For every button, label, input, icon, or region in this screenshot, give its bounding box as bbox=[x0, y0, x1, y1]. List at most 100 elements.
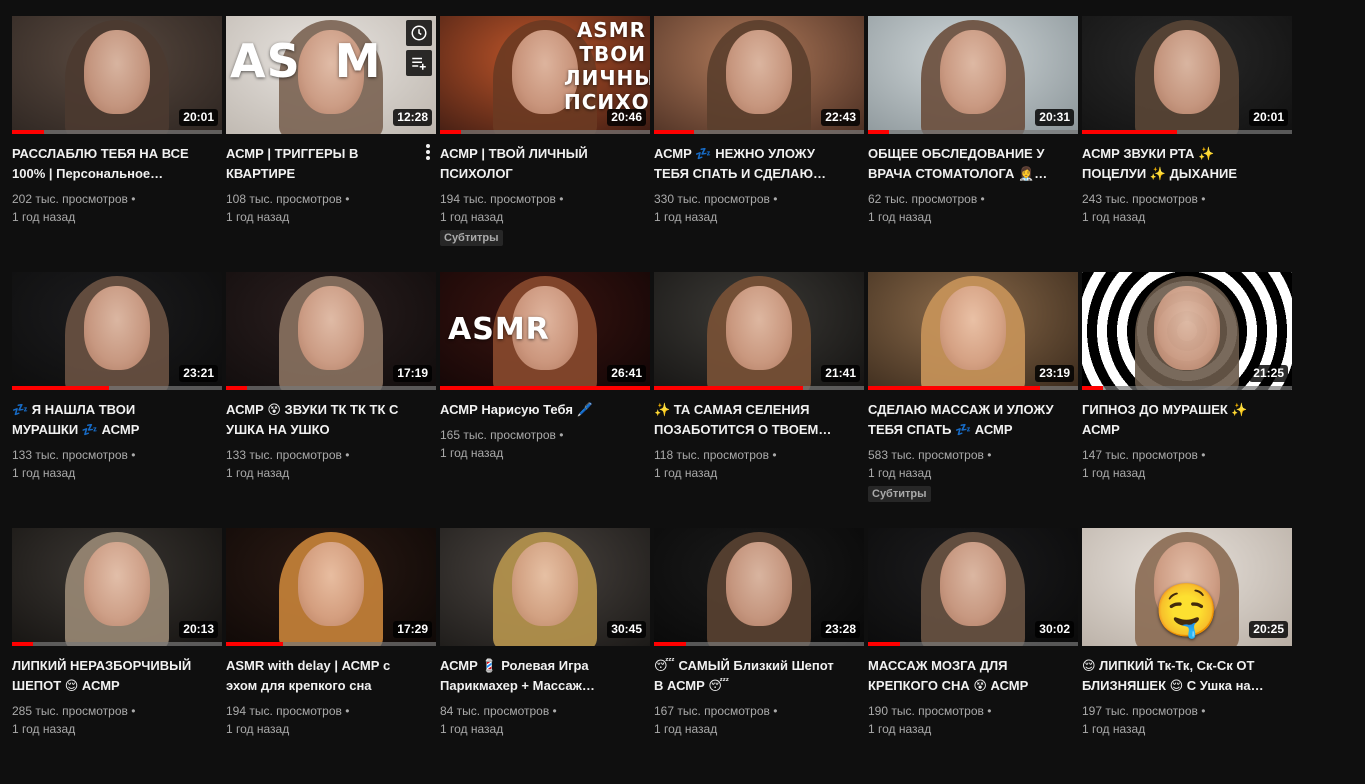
video-card[interactable]: 23:19 СДЕЛАЮ МАССАЖ И УЛОЖУ ТЕБЯ СПАТЬ 💤 … bbox=[868, 272, 1078, 528]
hover-actions bbox=[406, 20, 432, 76]
video-thumbnail[interactable]: 23:21 bbox=[12, 272, 222, 390]
video-card[interactable]: ASMR 26:41 АСМР Нарисую Тебя 🖊️ 165 тыс. пр… bbox=[440, 272, 650, 528]
video-duration: 20:25 bbox=[1249, 621, 1288, 638]
video-title[interactable]: СДЕЛАЮ МАССАЖ И УЛОЖУ ТЕБЯ СПАТЬ 💤 АСМР bbox=[868, 400, 1058, 440]
thumbnail-face bbox=[726, 542, 792, 626]
watch-progress-fill bbox=[1082, 130, 1177, 134]
video-thumbnail[interactable]: 21:25 bbox=[1082, 272, 1292, 390]
upload-date: 1 год назад bbox=[226, 210, 290, 224]
watch-later-icon[interactable] bbox=[406, 20, 432, 46]
thumbnail-face bbox=[940, 286, 1006, 370]
view-count: 118 тыс. просмотров • bbox=[654, 448, 777, 462]
watch-progress-bar bbox=[12, 642, 222, 646]
video-card[interactable]: 20:01 РАССЛАБЛЮ ТЕБЯ НА ВСЕ 100% | Персон… bbox=[12, 16, 222, 272]
video-card[interactable]: 20:13 ЛИПКИЙ НЕРАЗБОРЧИВЫЙ ШЕПОТ 😌 АСМР 28… bbox=[12, 528, 222, 784]
view-count: 62 тыс. просмотров • bbox=[868, 192, 985, 206]
video-card[interactable]: 🤤 20:25 😌 ЛИПКИЙ Тк-Тк, Ск-Ск ОТ БЛИЗНЯШЕК… bbox=[1082, 528, 1292, 784]
thumbnail-face bbox=[84, 30, 150, 114]
video-metadata: 133 тыс. просмотров • 1 год назад bbox=[12, 446, 222, 482]
video-card[interactable]: 23:21 💤 Я НАШЛА ТВОИ МУРАШКИ 💤 АСМР 133 ты… bbox=[12, 272, 222, 528]
upload-date: 1 год назад bbox=[1082, 466, 1146, 480]
video-card[interactable]: 21:41 ✨ ТА САМАЯ СЕЛЕНИЯ ПОЗАБОТИТСЯ О ТВ… bbox=[654, 272, 864, 528]
watch-progress-fill bbox=[654, 386, 804, 390]
thumbnail-face bbox=[726, 286, 792, 370]
video-thumbnail[interactable]: ASMR ТВОИ ЛИЧНЫЙ ПСИХОЛОГ20:46 bbox=[440, 16, 650, 134]
video-thumbnail[interactable]: 17:19 bbox=[226, 272, 436, 390]
video-title[interactable]: ASMR with delay | АСМР с эхом для крепко… bbox=[226, 656, 416, 696]
video-thumbnail[interactable]: 20:31 bbox=[868, 16, 1078, 134]
video-title[interactable]: АСМР | ТРИГГЕРЫ В КВАРТИРЕ bbox=[226, 144, 416, 184]
watch-progress-fill bbox=[654, 642, 686, 646]
watch-progress-bar bbox=[654, 130, 864, 134]
video-thumbnail[interactable]: 30:45 bbox=[440, 528, 650, 646]
add-to-queue-icon[interactable] bbox=[406, 50, 432, 76]
video-duration: 21:41 bbox=[821, 365, 860, 382]
video-thumbnail[interactable]: 20:01 bbox=[1082, 16, 1292, 134]
video-thumbnail[interactable]: AS M 12:28 bbox=[226, 16, 436, 134]
video-title[interactable]: ЛИПКИЙ НЕРАЗБОРЧИВЫЙ ШЕПОТ 😌 АСМР bbox=[12, 656, 202, 696]
upload-date: 1 год назад bbox=[654, 722, 718, 736]
video-card[interactable]: 20:31 ОБЩЕЕ ОБСЛЕДОВАНИЕ У ВРАЧА СТОМАТОЛ… bbox=[868, 16, 1078, 272]
upload-date: 1 год назад bbox=[440, 210, 504, 224]
video-title[interactable]: МАССАЖ МОЗГА ДЛЯ КРЕПКОГО СНА 😵 АСМР bbox=[868, 656, 1058, 696]
video-card[interactable]: ASMR ТВОИ ЛИЧНЫЙ ПСИХОЛОГ20:46 АСМР | ТВО… bbox=[440, 16, 650, 272]
video-title[interactable]: ГИПНОЗ ДО МУРАШЕК ✨ АСМР bbox=[1082, 400, 1272, 440]
video-card[interactable]: AS M 12:28 АСМР | ТРИГГЕРЫ В КВАРТИРЕ 108 т… bbox=[226, 16, 436, 272]
video-title[interactable]: АСМР | ТВОЙ ЛИЧНЫЙ ПСИХОЛОГ bbox=[440, 144, 630, 184]
video-card[interactable]: 23:28 😴 САМЫЙ Близкий Шепот В АСМР 😴 167 т… bbox=[654, 528, 864, 784]
watch-progress-bar bbox=[654, 386, 864, 390]
video-title[interactable]: АСМР 😵 ЗВУКИ ТК ТК ТК С УШКА НА УШКО bbox=[226, 400, 416, 440]
video-metadata: 108 тыс. просмотров • 1 год назад bbox=[226, 190, 436, 226]
video-card[interactable]: 17:19 АСМР 😵 ЗВУКИ ТК ТК ТК С УШКА НА УШК… bbox=[226, 272, 436, 528]
video-card[interactable]: 21:25 ГИПНОЗ ДО МУРАШЕК ✨ АСМР 147 тыс. пр… bbox=[1082, 272, 1292, 528]
video-title[interactable]: АСМР 💈 Ролевая Игра Парикмахер + Массаж … bbox=[440, 656, 630, 696]
video-title[interactable]: РАССЛАБЛЮ ТЕБЯ НА ВСЕ 100% | Персонально… bbox=[12, 144, 202, 184]
video-title[interactable]: АСМР 💤 НЕЖНО УЛОЖУ ТЕБЯ СПАТЬ И СДЕЛАЮ М… bbox=[654, 144, 844, 184]
video-title[interactable]: АСМР ЗВУКИ РТА ✨ ПОЦЕЛУИ ✨ ДЫХАНИЕ bbox=[1082, 144, 1272, 184]
upload-date: 1 год назад bbox=[868, 722, 932, 736]
view-count: 243 тыс. просмотров • bbox=[1082, 192, 1206, 206]
video-card[interactable]: 17:29 ASMR with delay | АСМР с эхом для к… bbox=[226, 528, 436, 784]
video-thumbnail[interactable]: 17:29 bbox=[226, 528, 436, 646]
video-thumbnail[interactable]: 23:28 bbox=[654, 528, 864, 646]
more-options-icon[interactable] bbox=[420, 142, 436, 162]
video-title[interactable]: 😴 САМЫЙ Близкий Шепот В АСМР 😴 bbox=[654, 656, 844, 696]
video-thumbnail[interactable]: 🤤 20:25 bbox=[1082, 528, 1292, 646]
view-count: 202 тыс. просмотров • bbox=[12, 192, 136, 206]
video-thumbnail[interactable]: 23:19 bbox=[868, 272, 1078, 390]
thumbnail-face bbox=[512, 542, 578, 626]
watch-progress-bar bbox=[868, 642, 1078, 646]
thumbnail-face bbox=[726, 30, 792, 114]
video-metadata: 118 тыс. просмотров • 1 год назад bbox=[654, 446, 864, 482]
view-count: 197 тыс. просмотров • bbox=[1082, 704, 1206, 718]
thumbnail-face bbox=[298, 542, 364, 626]
view-count: 167 тыс. просмотров • bbox=[654, 704, 778, 718]
watch-progress-fill bbox=[226, 386, 247, 390]
video-thumbnail[interactable]: 22:43 bbox=[654, 16, 864, 134]
video-thumbnail[interactable]: 21:41 bbox=[654, 272, 864, 390]
upload-date: 1 год назад bbox=[226, 466, 290, 480]
video-thumbnail[interactable]: 30:02 bbox=[868, 528, 1078, 646]
watch-progress-bar bbox=[654, 642, 864, 646]
video-title[interactable]: ✨ ТА САМАЯ СЕЛЕНИЯ ПОЗАБОТИТСЯ О ТВОЕМ С… bbox=[654, 400, 844, 440]
video-title[interactable]: 😌 ЛИПКИЙ Тк-Тк, Ск-Ск ОТ БЛИЗНЯШЕК 😌 С У… bbox=[1082, 656, 1272, 696]
video-title[interactable]: ОБЩЕЕ ОБСЛЕДОВАНИЕ У ВРАЧА СТОМАТОЛОГА 👩… bbox=[868, 144, 1058, 184]
view-count: 583 тыс. просмотров • bbox=[868, 448, 992, 462]
video-card[interactable]: 22:43 АСМР 💤 НЕЖНО УЛОЖУ ТЕБЯ СПАТЬ И СДЕ… bbox=[654, 16, 864, 272]
view-count: 285 тыс. просмотров • bbox=[12, 704, 136, 718]
upload-date: 1 год назад bbox=[868, 466, 932, 480]
video-card[interactable]: 30:02 МАССАЖ МОЗГА ДЛЯ КРЕПКОГО СНА 😵 АСМ… bbox=[868, 528, 1078, 784]
video-thumbnail[interactable]: 20:13 bbox=[12, 528, 222, 646]
video-title[interactable]: АСМР Нарисую Тебя 🖊️ bbox=[440, 400, 630, 420]
upload-date: 1 год назад bbox=[654, 210, 718, 224]
video-thumbnail[interactable]: 20:01 bbox=[12, 16, 222, 134]
video-metadata: 165 тыс. просмотров • 1 год назад bbox=[440, 426, 650, 462]
video-thumbnail[interactable]: ASMR 26:41 bbox=[440, 272, 650, 390]
video-card[interactable]: 30:45 АСМР 💈 Ролевая Игра Парикмахер + Ма… bbox=[440, 528, 650, 784]
watch-progress-bar bbox=[868, 386, 1078, 390]
video-duration: 30:02 bbox=[1035, 621, 1074, 638]
video-duration: 23:21 bbox=[179, 365, 218, 382]
video-card[interactable]: 20:01 АСМР ЗВУКИ РТА ✨ ПОЦЕЛУИ ✨ ДЫХАНИЕ 2… bbox=[1082, 16, 1292, 272]
video-title[interactable]: 💤 Я НАШЛА ТВОИ МУРАШКИ 💤 АСМР bbox=[12, 400, 202, 440]
view-count: 165 тыс. просмотров • bbox=[440, 428, 564, 442]
